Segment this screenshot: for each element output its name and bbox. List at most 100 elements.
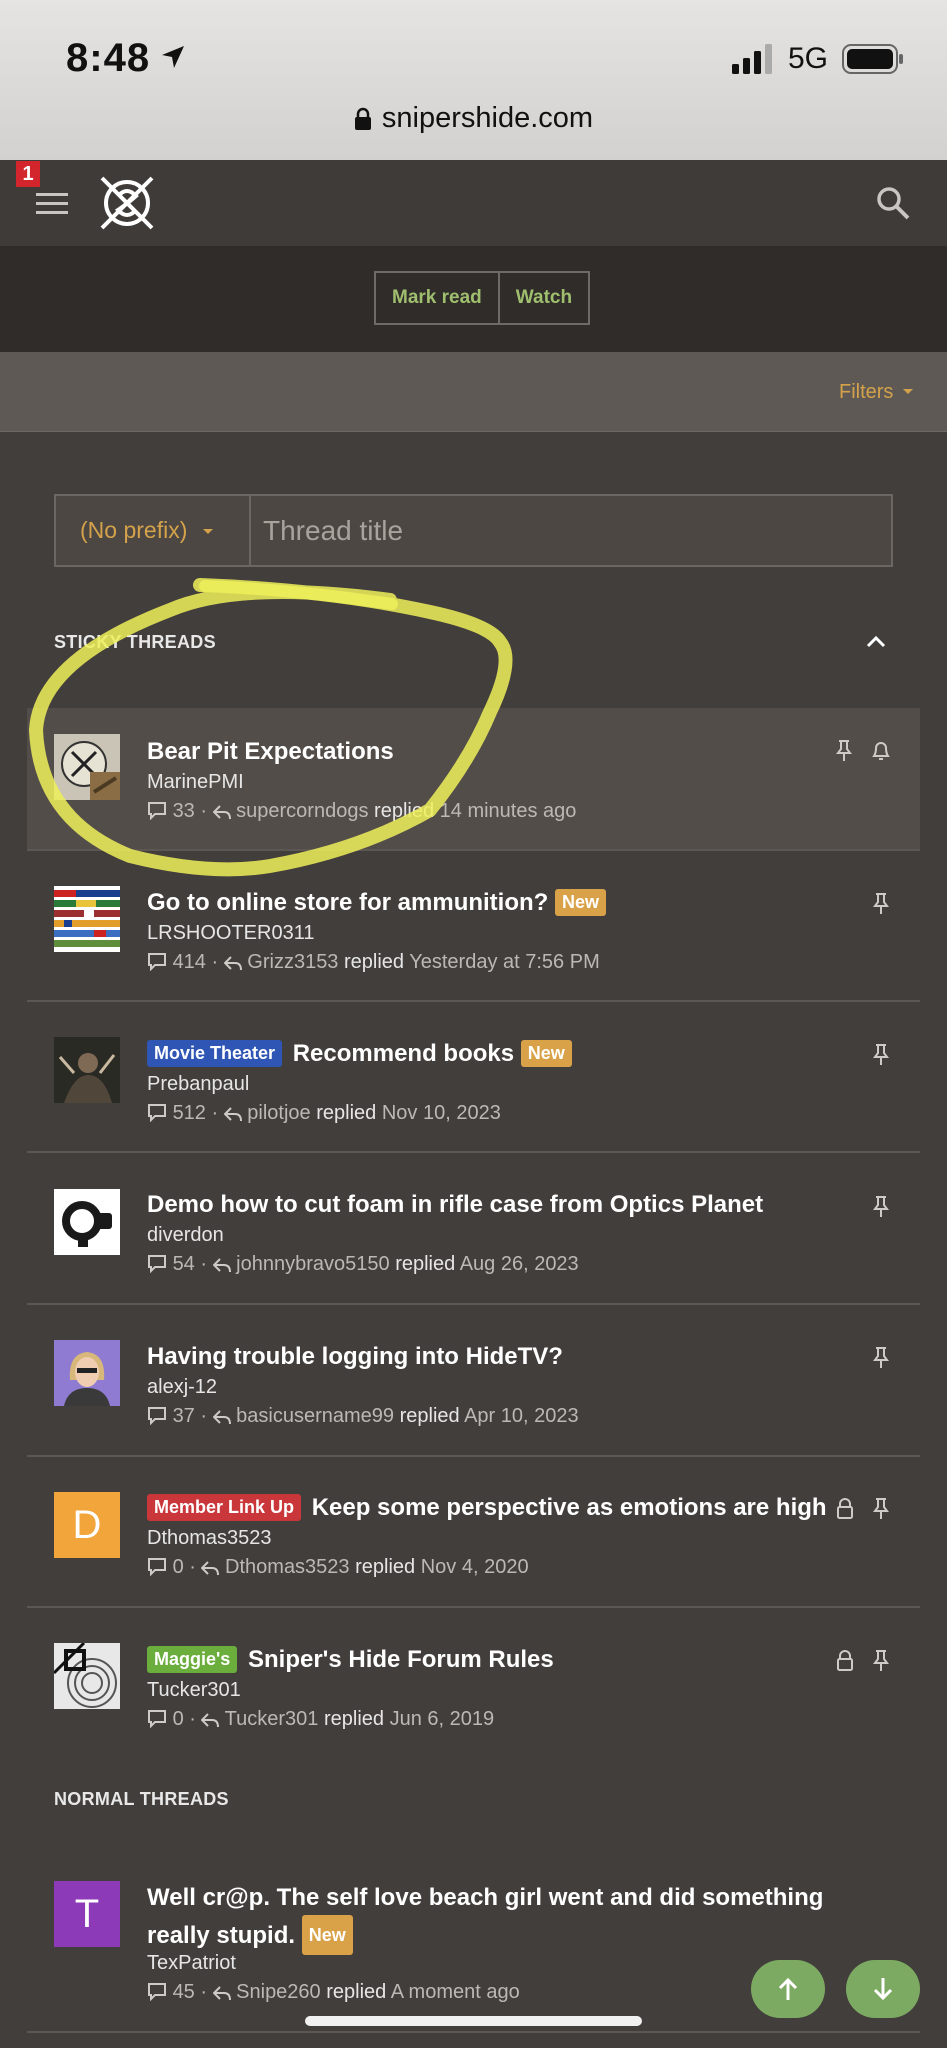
reply-count: 33 [172,800,195,822]
prefix-label: Maggie's [147,1646,238,1673]
thread-author[interactable]: Dthomas3523 [147,1527,272,1550]
comment-icon [148,1104,166,1123]
avatar[interactable] [54,1643,120,1709]
thread-author[interactable]: Tucker301 [147,1679,241,1702]
thread-title[interactable]: Well cr@p. The self love beach girl went… [147,1881,847,1955]
avatar[interactable]: T [54,1881,120,1947]
arrow-up-icon [778,1977,798,2000]
new-badge: New [520,1040,572,1067]
signal-icon [732,44,772,74]
pin-icon [873,1196,889,1217]
chevron-down-icon [203,529,214,534]
reply-icon [212,1258,231,1273]
thread-title[interactable]: Movie Theater Recommend books New [147,1040,576,1068]
thread-meta: 33 · supercorndogs replied 14 minutes ag… [147,800,576,823]
thread-author[interactable]: alexj-12 [147,1376,217,1399]
reply-count: 45 [172,1981,195,2003]
reply-icon [212,805,231,820]
reply-icon [201,1713,220,1728]
home-indicator [305,2016,642,2026]
normal-threads-heading: NORMAL THREADS [54,1789,229,1809]
avatar[interactable] [54,734,120,800]
menu-icon[interactable] [36,192,68,216]
avatar[interactable]: D [54,1492,120,1558]
thread-meta: 0 · Tucker301 replied Jun 6, 2019 [147,1708,494,1731]
prefix-label: Movie Theater [147,1040,283,1067]
battery-icon [842,44,903,74]
comment-icon [148,802,166,821]
last-poster[interactable]: basicusername99 [236,1405,394,1427]
lock-icon [354,107,371,130]
pin-icon [873,1347,889,1368]
thread-meta: 45 · Snipe260 replied A moment ago [147,1981,520,2004]
comment-icon [148,1558,166,1577]
prefix-select[interactable]: (No prefix) [54,494,251,567]
pin-icon [873,1498,889,1519]
status-time: 8:48 [66,36,151,80]
notification-badge[interactable]: 1 [16,161,40,187]
chevron-down-icon [903,389,913,394]
avatar[interactable] [54,1340,120,1406]
sticky-threads-heading: STICKY THREADS [54,632,216,652]
logo-icon[interactable] [96,172,158,234]
thread-title[interactable]: Having trouble logging into HideTV? [147,1343,563,1371]
thread-meta: 54 · johnnybravo5150 replied Aug 26, 202… [147,1253,579,1276]
filters-button[interactable]: Filters [839,381,913,404]
prefix-label: Member Link Up [147,1494,302,1521]
lock-icon [837,1650,853,1671]
comment-icon [148,1983,166,2002]
action-button-group: Mark read Watch [374,271,591,325]
pin-icon [836,740,852,761]
thread-author[interactable]: Prebanpaul [147,1073,249,1096]
thread-title[interactable]: Demo how to cut foam in rifle case from … [147,1191,763,1219]
mark-read-button[interactable]: Mark read [376,273,498,323]
last-reply-time: Aug 26, 2023 [459,1253,579,1275]
filters-label: Filters [838,381,894,403]
last-poster[interactable]: pilotjoe [247,1102,310,1124]
avatar[interactable] [54,886,120,952]
last-poster[interactable]: Snipe260 [236,1981,321,2003]
thread-author[interactable]: MarinePMI [147,771,244,794]
comment-icon [148,1255,166,1274]
search-icon[interactable] [876,186,910,220]
last-poster[interactable]: supercorndogs [236,800,368,822]
watch-button[interactable]: Watch [497,273,588,323]
reply-count: 414 [172,951,206,973]
pin-icon [873,1044,889,1065]
url-text: snipershide.com [381,102,594,134]
location-arrow-icon [162,46,184,68]
thread-author[interactable]: TexPatriot [147,1952,236,1975]
pin-icon [873,1650,889,1671]
scroll-top-button[interactable] [751,1960,825,2018]
new-badge: New [301,1915,353,1955]
thread-title[interactable]: Go to online store for ammunition? New [147,889,610,917]
thread-title-input[interactable] [249,494,893,567]
last-poster[interactable]: Dthomas3523 [225,1556,350,1578]
thread-meta: 414 · Grizz3153 replied Yesterday at 7:5… [147,951,600,974]
avatar[interactable] [54,1037,120,1103]
last-reply-time: Nov 4, 2020 [420,1556,529,1578]
last-reply-time: Nov 10, 2023 [381,1102,501,1124]
pin-icon [873,893,889,914]
address-bar[interactable]: snipershide.com [0,102,947,135]
thread-author[interactable]: LRSHOOTER0311 [147,922,314,945]
network-type: 5G [788,42,829,75]
last-reply-time: A moment ago [390,1981,520,2003]
thread-title[interactable]: Bear Pit Expectations [147,738,394,766]
last-poster[interactable]: johnnybravo5150 [236,1253,389,1275]
bell-icon[interactable] [871,740,891,762]
reply-icon [212,1410,231,1425]
thread-author[interactable]: diverdon [147,1224,224,1247]
last-poster[interactable]: Grizz3153 [247,951,338,973]
reply-icon [212,1986,231,2001]
thread-title[interactable]: Maggie's Sniper's Hide Forum Rules [147,1646,554,1674]
lock-icon [837,1498,853,1519]
new-badge: New [555,889,607,916]
last-reply-time: Yesterday at 7:56 PM [409,951,600,973]
comment-icon [148,953,166,972]
last-poster[interactable]: Tucker301 [225,1708,319,1730]
chevron-up-icon[interactable] [866,634,886,648]
thread-title[interactable]: Member Link Up Keep some perspective as … [147,1494,827,1522]
avatar[interactable] [54,1189,120,1255]
scroll-bottom-button[interactable] [846,1960,920,2018]
